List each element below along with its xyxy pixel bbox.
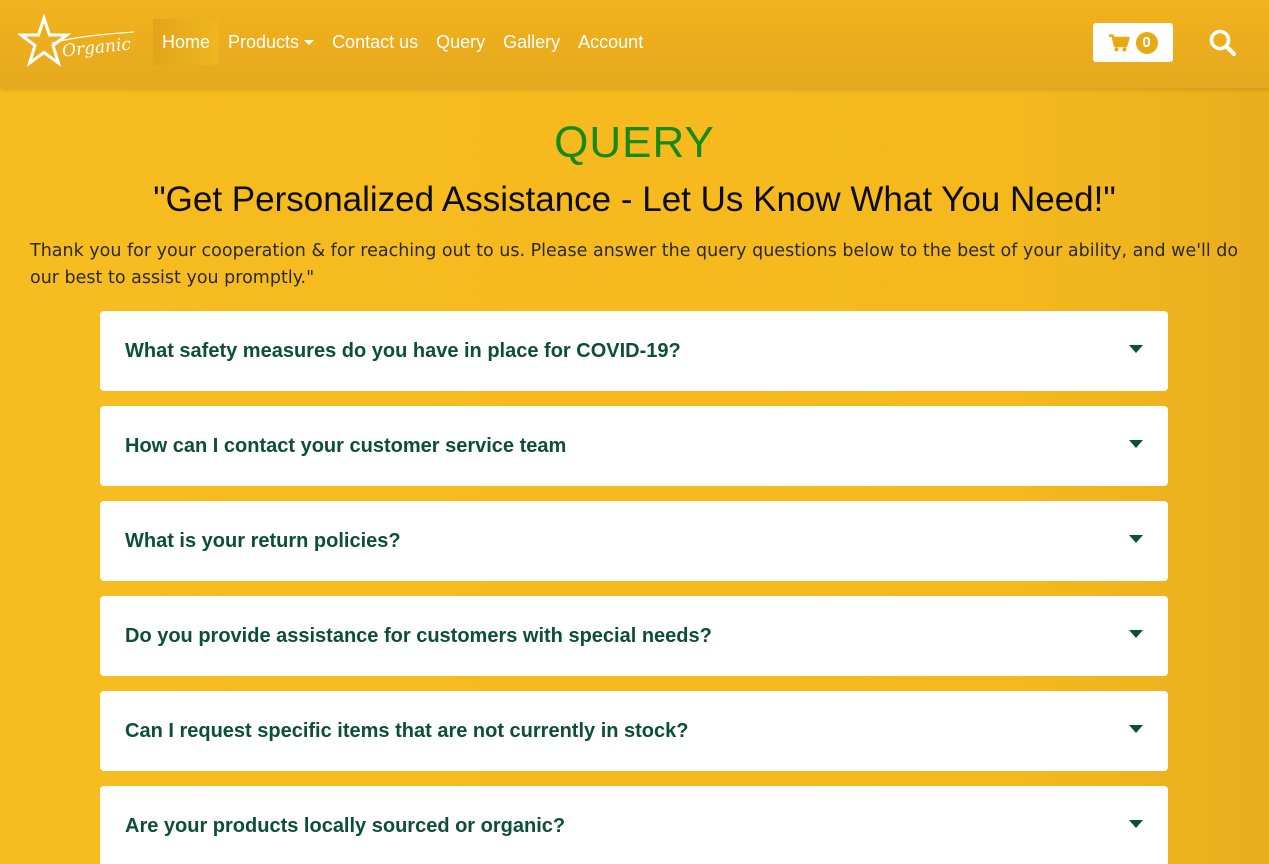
- nav-contact-us[interactable]: Contact us: [323, 19, 427, 65]
- navbar: Organic Home Products Contact us Query G…: [0, 0, 1269, 88]
- nav-account[interactable]: Account: [569, 19, 652, 65]
- faq-accordion: What safety measures do you have in plac…: [100, 311, 1168, 864]
- nav-gallery[interactable]: Gallery: [494, 19, 569, 65]
- faq-item[interactable]: Are your products locally sourced or org…: [100, 786, 1168, 864]
- caret-down-icon: [1129, 725, 1143, 733]
- nav-products-label: Products: [228, 32, 300, 52]
- search-icon: [1209, 29, 1237, 57]
- nav-products[interactable]: Products: [219, 19, 323, 65]
- faq-item[interactable]: What safety measures do you have in plac…: [100, 311, 1168, 391]
- caret-down-icon: [1129, 630, 1143, 638]
- faq-item[interactable]: What is your return policies?: [100, 501, 1168, 581]
- search-button[interactable]: [1208, 28, 1238, 58]
- nav-query[interactable]: Query: [427, 19, 494, 65]
- faq-question: Do you provide assistance for customers …: [125, 625, 712, 647]
- caret-down-icon: [1129, 440, 1143, 448]
- caret-down-icon: [1129, 820, 1143, 828]
- faq-question: How can I contact your customer service …: [125, 435, 567, 457]
- faq-question: Are your products locally sourced or org…: [125, 815, 566, 837]
- faq-question: What safety measures do you have in plac…: [125, 340, 681, 362]
- main-nav: Home Products Contact us Query Gallery A…: [153, 19, 652, 65]
- faq-question: What is your return policies?: [125, 530, 401, 552]
- faq-item[interactable]: Do you provide assistance for customers …: [100, 596, 1168, 676]
- chevron-down-icon: [304, 40, 315, 45]
- intro-text: Thank you for your cooperation & for rea…: [30, 241, 1239, 288]
- faq-item[interactable]: Can I request specific items that are no…: [100, 691, 1168, 771]
- nav-home[interactable]: Home: [153, 19, 220, 65]
- caret-down-icon: [1129, 535, 1143, 543]
- faq-question: Can I request specific items that are no…: [125, 720, 689, 742]
- caret-down-icon: [1129, 345, 1143, 353]
- cart-icon: [1108, 33, 1130, 51]
- page-title: QUERY: [554, 118, 715, 167]
- faq-item[interactable]: How can I contact your customer service …: [100, 406, 1168, 486]
- cart-count-badge: 0: [1135, 31, 1158, 54]
- cart-button[interactable]: 0: [1093, 23, 1173, 62]
- page-subtitle: "Get Personalized Assistance - Let Us Kn…: [153, 180, 1116, 219]
- brand-logo[interactable]: Organic: [16, 12, 136, 70]
